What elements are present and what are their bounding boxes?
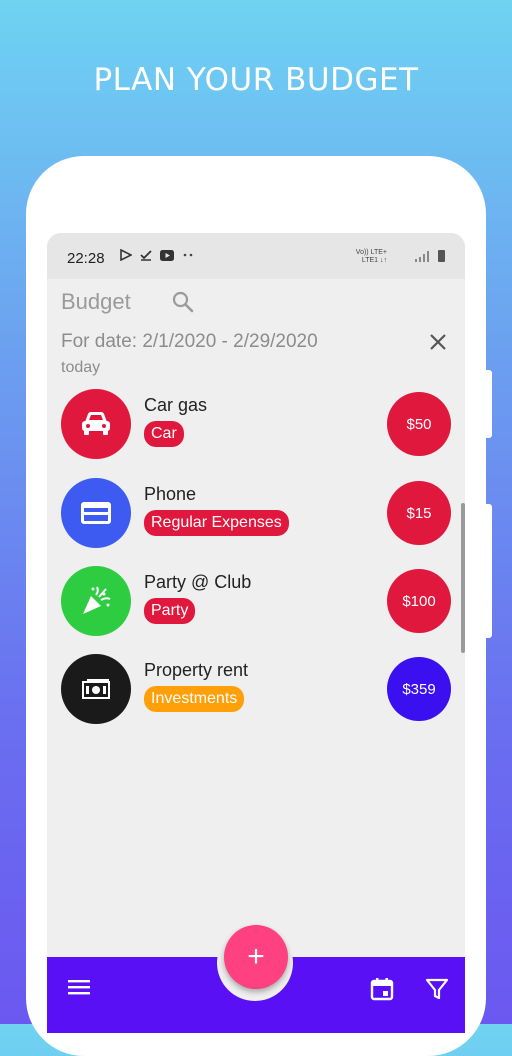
signal-icon (415, 251, 429, 262)
menu-icon[interactable] (67, 977, 91, 997)
more-notifications-icon (183, 253, 193, 257)
list-item[interactable]: Property rent Investments $359 (47, 654, 465, 730)
category-tag: Investments (144, 686, 245, 712)
status-bar: 22:28 Vo)) LTE+ LTE1 ↓↑ (47, 233, 465, 279)
promo-headline: PLAN YOUR BUDGET (93, 62, 419, 98)
item-title: Party @ Club (144, 572, 252, 592)
plus-icon: + (247, 940, 265, 973)
close-icon[interactable] (429, 333, 447, 351)
credit-card-icon (61, 478, 131, 548)
list-item[interactable]: Phone Regular Expenses $15 (47, 478, 465, 554)
youtube-icon (160, 249, 174, 261)
phone-side-button (486, 370, 492, 438)
network-top-label: Vo)) LTE+ (355, 249, 387, 256)
amount-badge: $100 (387, 569, 451, 633)
category-tag: Regular Expenses (144, 510, 289, 536)
list-item[interactable]: Party @ Club Party $100 (47, 566, 465, 642)
list-item[interactable]: Car gas Car $50 (47, 389, 465, 465)
page-title: Budget (61, 289, 131, 314)
item-title: Car gas (144, 395, 208, 415)
amount-badge: $359 (387, 657, 451, 721)
scrollbar[interactable] (461, 503, 465, 653)
network-bottom-label: LTE1 ↓↑ (361, 257, 387, 264)
status-time: 22:28 (67, 250, 105, 267)
phone-side-button-volume (486, 504, 492, 638)
category-tag: Car (144, 421, 184, 447)
search-icon[interactable] (171, 290, 195, 314)
calendar-icon[interactable] (370, 977, 394, 1001)
date-filter-label[interactable]: For date: 2/1/2020 - 2/29/2020 (61, 331, 318, 353)
app-screen: 22:28 Vo)) LTE+ LTE1 ↓↑ Budget For date:… (47, 233, 465, 1033)
battery-icon (438, 250, 445, 262)
amount-badge: $50 (387, 392, 451, 456)
party-popper-icon (61, 566, 131, 636)
category-tag: Party (144, 598, 196, 624)
car-icon (61, 389, 131, 459)
network-indicator: Vo)) LTE+ LTE1 ↓↑ (356, 249, 387, 265)
amount-badge: $15 (387, 481, 451, 545)
filter-icon[interactable] (425, 977, 449, 1001)
play-store-icon (120, 249, 132, 261)
item-title: Property rent (144, 660, 249, 680)
item-title: Phone (144, 484, 197, 504)
checkmark-icon (140, 250, 152, 261)
today-label: today (61, 359, 101, 376)
money-icon (61, 654, 131, 724)
add-button[interactable]: + (224, 925, 288, 989)
